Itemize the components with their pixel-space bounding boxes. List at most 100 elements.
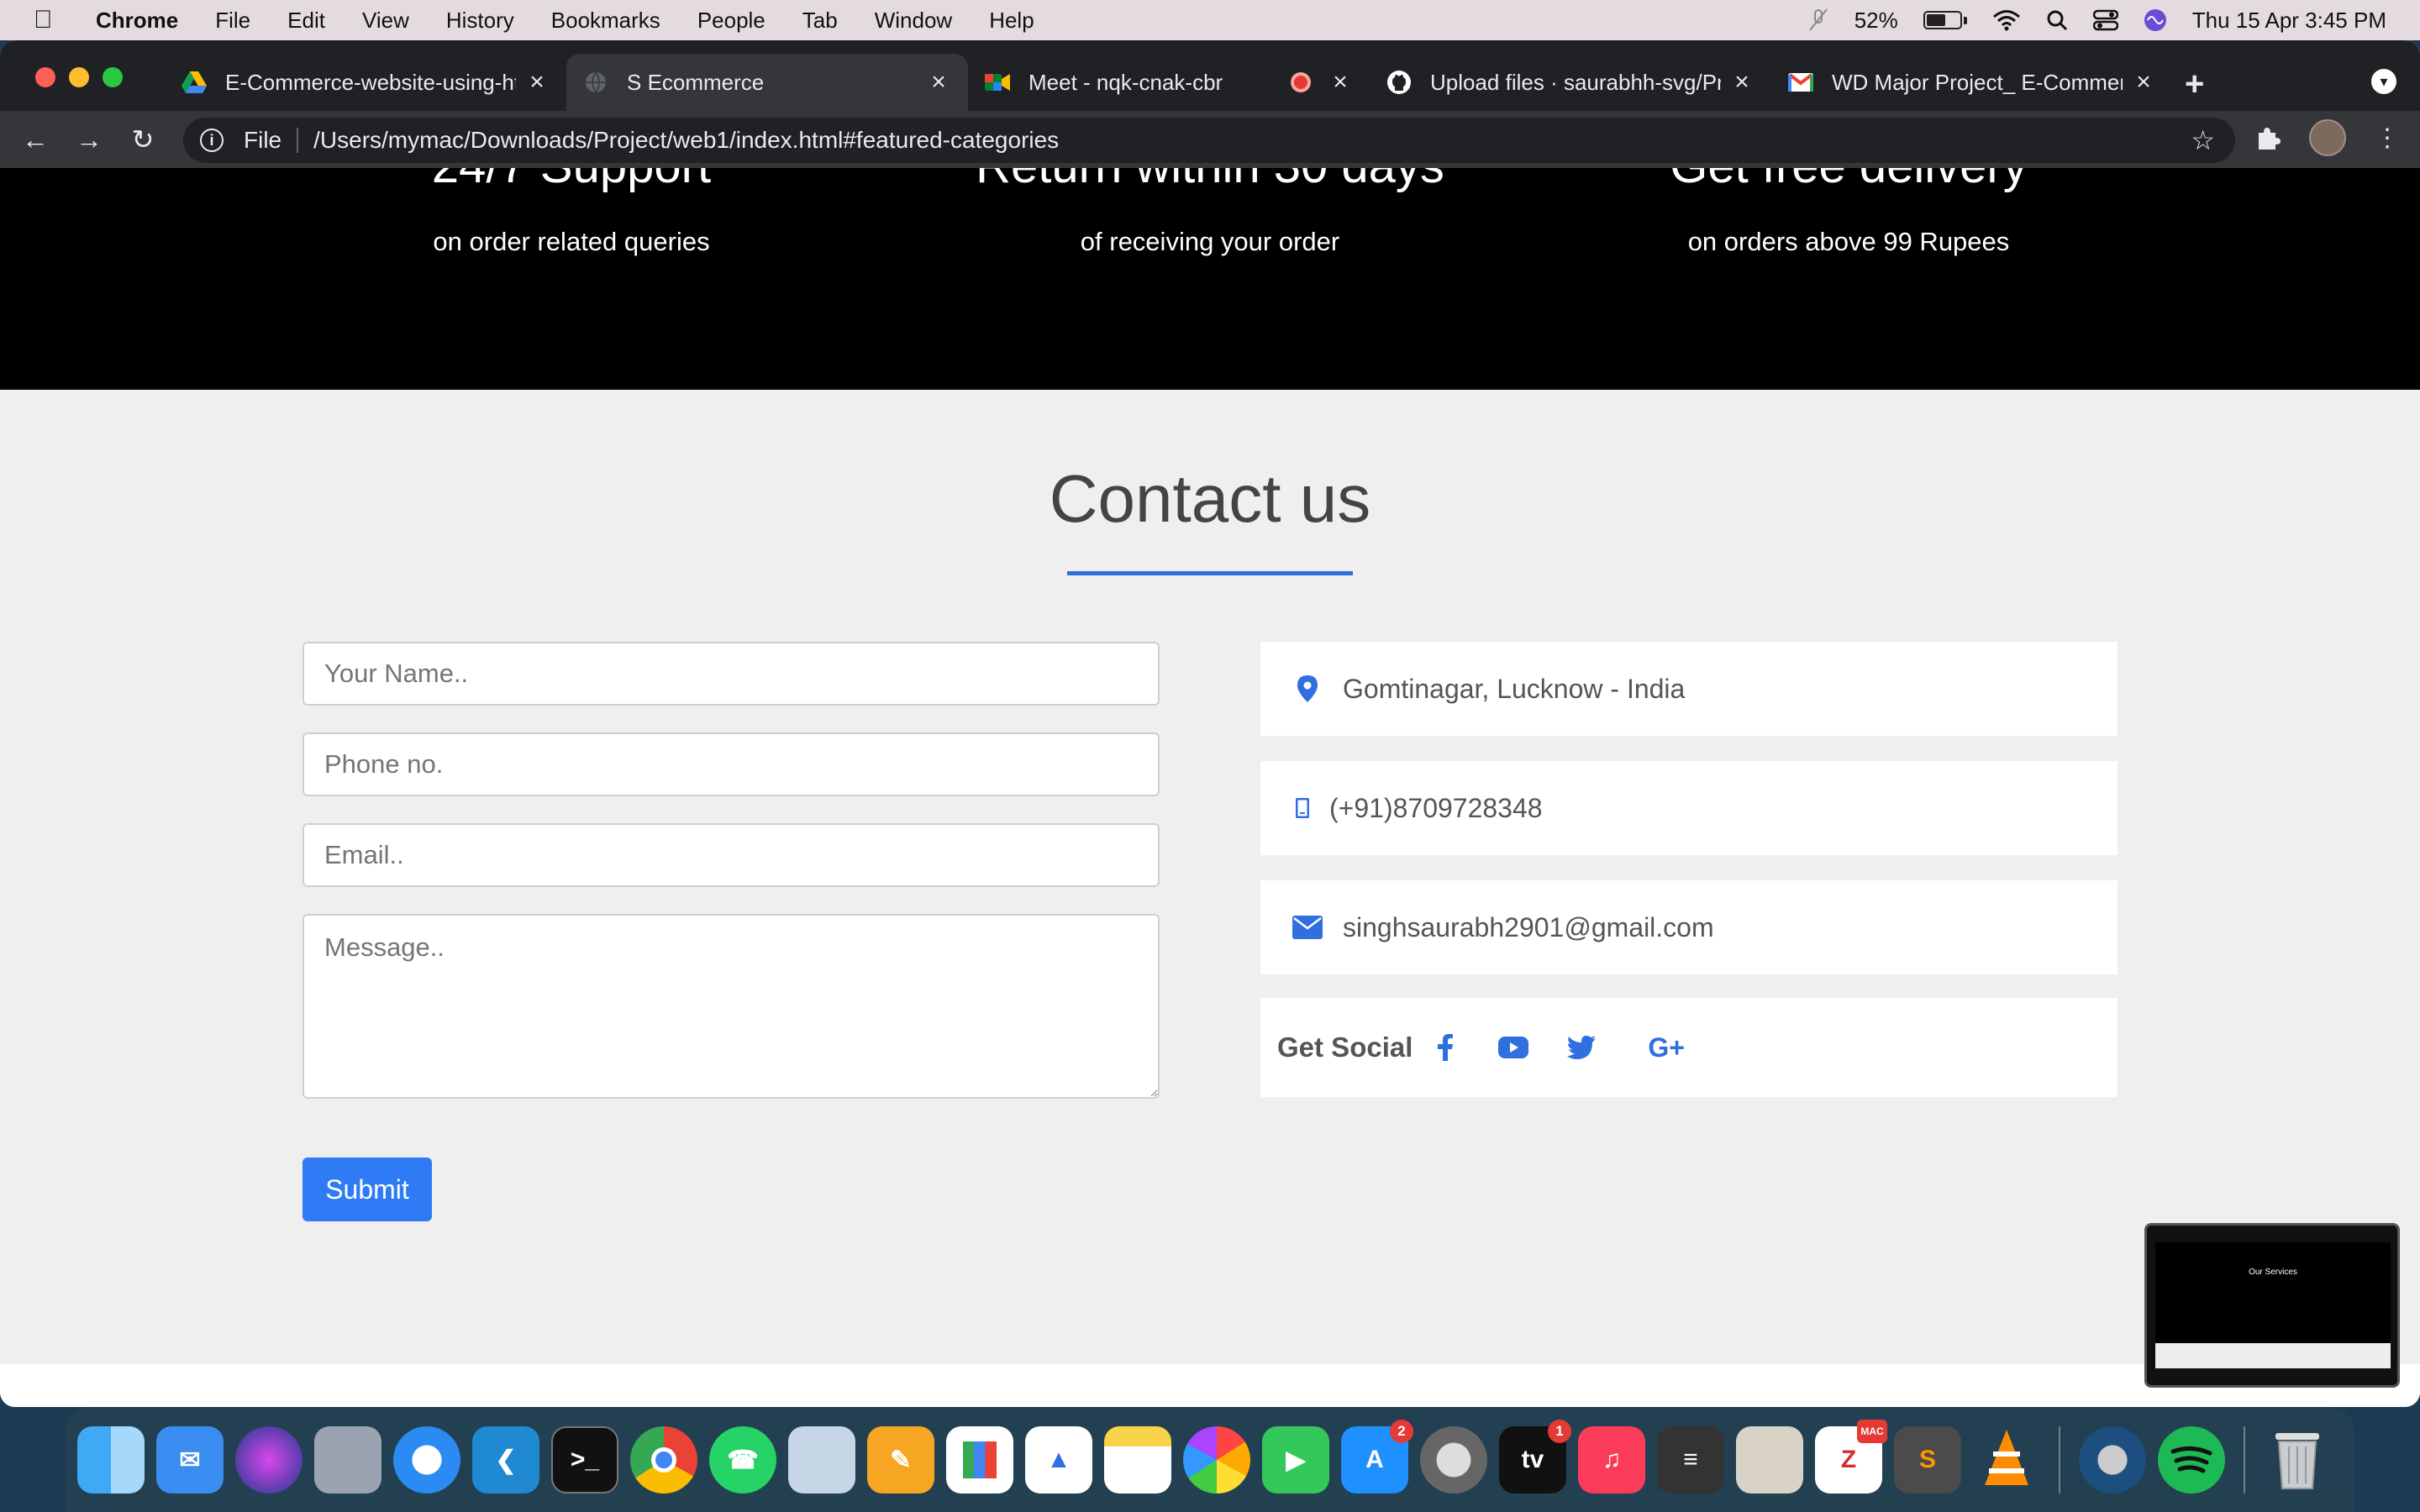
chrome-menu-icon[interactable]: ⋮ (2375, 123, 2400, 153)
profile-avatar[interactable] (2309, 119, 2346, 156)
siri-icon[interactable] (2144, 8, 2167, 32)
finder-icon[interactable] (77, 1426, 145, 1494)
wifi-icon[interactable] (1992, 9, 2021, 31)
status-area: 52% Thu 15 Apr 3:45 PM (1807, 0, 2386, 40)
google-plus-icon[interactable]: G+ (1648, 1032, 1685, 1063)
window-zoom-button[interactable] (103, 67, 123, 87)
window-minimize-button[interactable] (69, 67, 89, 87)
close-icon[interactable]: × (1729, 68, 1754, 97)
new-tab-button[interactable]: + (2185, 66, 2204, 103)
facetime-icon[interactable]: ▶ (1262, 1426, 1329, 1494)
whatsapp-icon[interactable]: ☎ (709, 1426, 776, 1494)
mic-off-icon[interactable] (1807, 8, 1829, 33)
vlc-icon[interactable] (1973, 1426, 2040, 1494)
tab-s-ecommerce[interactable]: S Ecommerce × (566, 54, 968, 111)
terminal-icon[interactable]: >_ (551, 1426, 618, 1494)
menu-window[interactable]: Window (875, 8, 952, 34)
sublime-text-icon[interactable]: S (1894, 1426, 1961, 1494)
quicktime-icon[interactable] (2079, 1426, 2146, 1494)
name-input[interactable] (302, 642, 1160, 706)
phone-input[interactable] (302, 732, 1160, 796)
close-icon[interactable]: × (1328, 68, 1353, 97)
menu-file[interactable]: File (215, 8, 250, 34)
reload-icon[interactable]: ↻ (126, 123, 160, 155)
address-text: Gomtinagar, Lucknow - India (1343, 673, 1686, 704)
google-drive-icon (182, 70, 207, 95)
dock-separator (2244, 1426, 2245, 1494)
tab-gmail[interactable]: WD Major Project_ E-Commerc × (1771, 54, 2173, 111)
service-heading: 24/7 Support (277, 168, 865, 194)
service-subtext: on order related queries (433, 227, 710, 256)
menu-history[interactable]: History (446, 8, 514, 34)
close-icon[interactable]: × (926, 68, 951, 97)
close-icon[interactable]: × (2131, 68, 2156, 97)
title-underline (1067, 571, 1353, 575)
twitter-icon[interactable] (1567, 1036, 1597, 1059)
tab-search-icon[interactable]: ▾ (2371, 69, 2396, 94)
spotlight-search-icon[interactable] (2046, 9, 2068, 31)
zoho-icon[interactable]: Z MAC (1815, 1420, 1887, 1494)
control-center-icon[interactable] (2092, 9, 2118, 31)
chrome-window: E-Commerce-website-using-ht × S Ecommerc… (0, 40, 2420, 1407)
menu-people[interactable]: People (697, 8, 765, 34)
keynote-icon[interactable]: ▲ (1025, 1426, 1092, 1494)
apple-menu-icon[interactable]:  (34, 6, 62, 34)
extensions-puzzle-icon[interactable] (2254, 124, 2281, 151)
facebook-icon[interactable] (1438, 1034, 1454, 1061)
launchpad-icon[interactable] (314, 1426, 381, 1494)
window-close-button[interactable] (35, 67, 55, 87)
message-textarea[interactable] (302, 914, 1160, 1099)
phone-text: (+91)8709728348 (1329, 792, 1543, 823)
chrome-icon[interactable] (630, 1426, 697, 1494)
notes-icon[interactable] (1104, 1426, 1171, 1494)
tab-ecommerce-drive[interactable]: E-Commerce-website-using-ht × (165, 54, 566, 111)
email-card: singhsaurabh2901@gmail.com (1260, 880, 2118, 974)
service-subtext: on orders above 99 Rupees (1687, 227, 2010, 256)
spotify-icon[interactable] (2158, 1426, 2225, 1494)
tab-title: Upload files · saurabhh-svg/Pr (1430, 69, 1721, 95)
safari-icon[interactable] (393, 1426, 460, 1494)
scrapbook-icon[interactable] (1736, 1426, 1803, 1494)
forward-arrow-icon[interactable]: → (72, 124, 106, 155)
site-info-icon[interactable]: i (200, 129, 224, 152)
trash-icon[interactable] (2264, 1426, 2331, 1494)
mail-icon[interactable]: ✉ (156, 1426, 224, 1494)
photos-icon[interactable] (1183, 1426, 1250, 1494)
email-text[interactable]: singhsaurabh2901@gmail.com (1343, 912, 1714, 943)
close-icon[interactable]: × (524, 68, 550, 97)
menu-view[interactable]: View (362, 8, 409, 34)
music-icon[interactable]: ♫ (1578, 1426, 1645, 1494)
pages-icon[interactable]: ✎ (867, 1426, 934, 1494)
tab-title: E-Commerce-website-using-ht (225, 69, 516, 95)
menu-edit[interactable]: Edit (287, 8, 325, 34)
app-store-icon[interactable]: A2 (1341, 1420, 1413, 1494)
siri-icon[interactable] (235, 1426, 302, 1494)
menubar-clock[interactable]: Thu 15 Apr 3:45 PM (2192, 8, 2386, 34)
back-arrow-icon[interactable]: ← (18, 124, 52, 155)
url-text[interactable]: /Users/mymac/Downloads/Project/web1/inde… (313, 127, 1059, 154)
system-preferences-icon[interactable] (1420, 1426, 1487, 1494)
dock-separator (2059, 1426, 2060, 1494)
menu-app-name[interactable]: Chrome (96, 8, 178, 34)
bookmark-star-icon[interactable]: ☆ (2191, 124, 2215, 156)
calculator-icon[interactable]: ≡ (1657, 1426, 1724, 1494)
tab-github-upload[interactable]: Upload files · saurabhh-svg/Pr × (1370, 54, 1771, 111)
service-heading: Get free delivery (1555, 168, 2143, 194)
battery-icon[interactable] (1923, 11, 1962, 29)
numbers-icon[interactable] (946, 1426, 1013, 1494)
google-meet-icon (985, 70, 1010, 95)
tab-google-meet[interactable]: Meet - nqk-cnak-cbr × (968, 54, 1370, 111)
menu-tab[interactable]: Tab (802, 8, 838, 34)
screenshot-thumbnail[interactable]: Our Services (2144, 1223, 2400, 1388)
apple-tv-icon[interactable]: tv 1 (1499, 1420, 1571, 1494)
address-bar[interactable]: i File /Users/mymac/Downloads/Project/we… (183, 118, 2235, 163)
email-input[interactable] (302, 823, 1160, 887)
preview-icon[interactable] (788, 1426, 855, 1494)
service-subtext: of receiving your order (1080, 227, 1340, 256)
menu-help[interactable]: Help (989, 8, 1034, 34)
youtube-icon[interactable] (1498, 1037, 1529, 1058)
menu-bookmarks[interactable]: Bookmarks (551, 8, 660, 34)
vscode-icon[interactable]: ❮ (472, 1426, 539, 1494)
submit-button[interactable]: Submit (302, 1158, 432, 1221)
thumbnail-contact-area (2155, 1343, 2391, 1368)
